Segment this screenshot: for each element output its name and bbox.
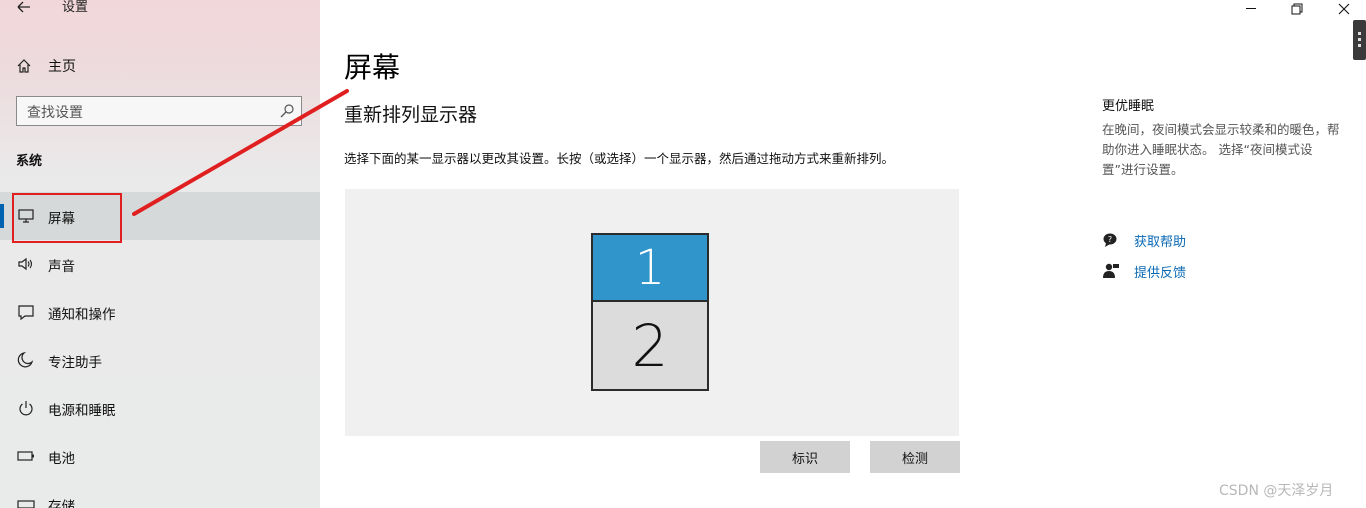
monitor-1[interactable]: 1 [591,233,709,302]
sidebar-item-label: 通知和操作 [48,307,116,323]
identify-button[interactable]: 标识 [760,441,850,473]
sidebar-item-battery[interactable]: 电池 [0,432,320,480]
monitor-number: 1 [634,239,666,296]
sidebar-item-notifications[interactable]: 通知和操作 [0,288,320,336]
page-title: 屏幕 [344,51,401,84]
search-input[interactable]: 查找设置 [16,96,302,126]
monitor-number: 2 [631,311,669,380]
storage-icon [17,500,35,508]
moon-icon [17,351,34,368]
search-placeholder: 查找设置 [27,105,83,121]
get-help-label: 获取帮助 [1134,234,1187,250]
sidebar-item-label: 专注助手 [48,355,102,371]
give-feedback-label: 提供反馈 [1134,265,1187,281]
sidebar-item-label: 存储 [48,499,75,508]
section-subtitle: 重新排列显示器 [344,104,478,126]
speaker-icon [18,257,33,271]
monitor-2[interactable]: 2 [591,300,709,391]
sidebar-item-label: 电池 [48,451,75,467]
home-label: 主页 [48,59,76,75]
sidebar-item-sound[interactable]: 声音 [0,240,320,288]
display-arrangement-area: 1 2 [345,189,959,436]
detect-button[interactable]: 检测 [870,441,960,473]
selection-indicator [0,204,4,228]
back-arrow-icon [17,1,30,13]
notification-icon [18,305,34,321]
scrollbar-thumb[interactable] [1353,20,1366,60]
help-chat-icon: ? [1103,233,1117,247]
back-button[interactable] [14,0,34,18]
battery-icon [17,451,34,461]
search-icon[interactable] [279,103,295,119]
window-title: 设置 [62,0,89,15]
related-description: 在晚间，夜间模式会显示较柔和的暖色，帮助你进入睡眠状态。 选择“夜间模式设置”进… [1102,122,1340,177]
give-feedback-link[interactable]: 提供反馈 [1102,261,1186,281]
arrange-description: 选择下面的某一显示器以更改其设置。长按（或选择）一个显示器，然后通过拖动方式来重… [344,151,895,166]
sidebar-item-label: 声音 [48,259,75,275]
feedback-person-icon [1103,263,1119,278]
annotation-highlight-box [12,193,122,243]
sidebar-item-storage[interactable]: 存储 [0,480,320,508]
close-button[interactable] [1337,2,1351,16]
section-title: 系统 [16,154,43,169]
sidebar: 设置 主页 查找设置 系统 屏幕 声音 通知和操作 专注助手 电源和睡眠 电池 … [0,0,320,508]
minimize-button[interactable] [1246,8,1256,9]
home-icon [17,59,31,73]
sidebar-item-focus-assist[interactable]: 专注助手 [0,336,320,384]
get-help-link[interactable]: ? 获取帮助 [1102,230,1186,250]
watermark: CSDN @天泽岁月 [1219,483,1334,499]
restore-button[interactable] [1290,2,1304,16]
sidebar-item-label: 电源和睡眠 [48,403,116,419]
svg-text:?: ? [1108,235,1112,244]
sidebar-item-power-sleep[interactable]: 电源和睡眠 [0,384,320,432]
related-title: 更优睡眠 [1102,99,1155,114]
power-icon [19,401,33,416]
sidebar-home[interactable]: 主页 [16,56,76,76]
